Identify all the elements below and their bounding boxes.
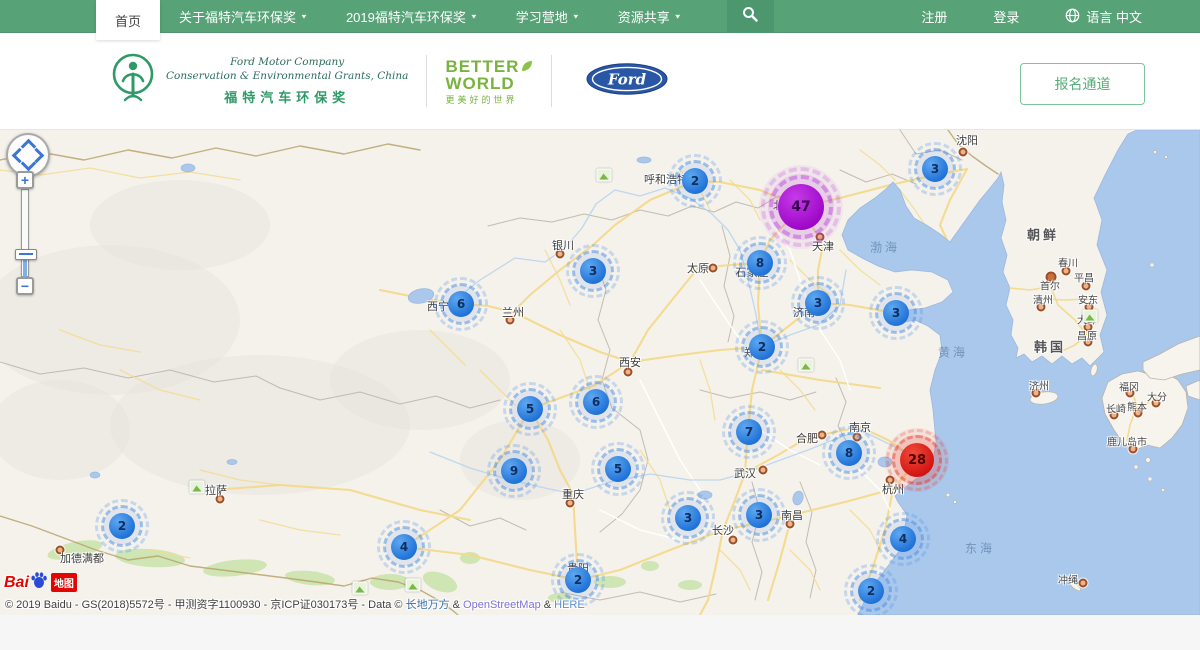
cluster-marker-28[interactable]: 28: [900, 443, 934, 477]
nav-item-3[interactable]: 学习营地▼: [497, 0, 599, 33]
zoom-in-button[interactable]: +: [16, 171, 34, 189]
nav-item-4[interactable]: 资源共享▼: [599, 0, 701, 33]
baidu-paw-icon: [30, 571, 48, 594]
changdi-link[interactable]: 长地万方: [406, 599, 450, 611]
language-switcher[interactable]: 语言 中文: [1065, 7, 1142, 26]
grants-en-line2: Conservation & Environmental Grants, Chi…: [166, 70, 408, 84]
chevron-down-icon: ▼: [300, 13, 308, 20]
globe-icon: [1065, 8, 1086, 26]
cluster-marker-3[interactable]: 3: [675, 505, 701, 531]
baidu-logo-text: Bai: [4, 574, 29, 592]
nav-item-0[interactable]: 首页: [96, 0, 160, 40]
nav-items: 首页关于福特汽车环保奖▼2019福特汽车环保奖▼学习营地▼资源共享▼: [96, 0, 701, 33]
cluster-marker-3[interactable]: 3: [883, 300, 909, 326]
baidu-map[interactable]: 沈阳呼和浩特天津太原银川石家庄济南郑州西安兰州西宁北京上海武汉合肥南京杭州重庆长…: [0, 130, 1200, 615]
better-world-line1: BETTER: [445, 58, 519, 75]
map-attribution: © 2019 Baidu - GS(2018)5572号 - 甲测资字11009…: [5, 596, 585, 612]
chevron-down-icon: ▼: [572, 13, 580, 20]
svg-text:Ford: Ford: [607, 70, 647, 88]
cluster-marker-5[interactable]: 5: [605, 456, 631, 482]
cluster-marker-7[interactable]: 7: [736, 419, 762, 445]
register-link[interactable]: 注册: [921, 7, 947, 26]
baidu-map-badge: 地图: [51, 573, 77, 592]
nav-right: 注册 登录 语言 中文: [875, 0, 1200, 33]
login-link[interactable]: 登录: [993, 7, 1019, 26]
baidu-maps-logo[interactable]: Bai 地图: [4, 571, 77, 594]
divider: [426, 55, 427, 107]
grants-logo: Ford Motor Company Conservation & Enviro…: [110, 52, 408, 111]
zoom-slider-handle[interactable]: [15, 249, 37, 260]
cluster-marker-8[interactable]: 8: [836, 440, 862, 466]
better-world-line2: WORLD: [445, 75, 514, 92]
grants-emblem-icon: [110, 52, 156, 111]
map-markers-layer: 2347383362567828953342224: [0, 130, 1200, 615]
cluster-marker-9[interactable]: 9: [501, 458, 527, 484]
site-header: Ford Motor Company Conservation & Enviro…: [0, 33, 1200, 130]
cluster-marker-2[interactable]: 2: [682, 168, 708, 194]
cluster-marker-4[interactable]: 4: [391, 534, 417, 560]
cluster-marker-47[interactable]: 47: [778, 184, 824, 230]
page-bottom-strip: [0, 615, 1200, 650]
cluster-marker-4[interactable]: 4: [890, 526, 916, 552]
attribution-text: © 2019 Baidu - GS(2018)5572号 - 甲测资字11009…: [5, 599, 406, 611]
chevron-down-icon: ▼: [674, 13, 682, 20]
cluster-marker-2[interactable]: 2: [109, 513, 135, 539]
nav-item-2[interactable]: 2019福特汽车环保奖▼: [327, 0, 497, 33]
better-world-logo: BETTER WORLD 更美好的世界: [445, 58, 533, 105]
search-icon: [742, 6, 758, 27]
cluster-marker-6[interactable]: 6: [583, 389, 609, 415]
grants-en-line1: Ford Motor Company: [166, 56, 408, 70]
cluster-marker-3[interactable]: 3: [805, 290, 831, 316]
search-button[interactable]: [727, 0, 774, 33]
cluster-marker-3[interactable]: 3: [580, 258, 606, 284]
cluster-marker-2[interactable]: 2: [858, 578, 884, 604]
logo-group: Ford Motor Company Conservation & Enviro…: [110, 52, 668, 111]
zoom-slider-fill: [23, 258, 27, 277]
chevron-down-icon: ▼: [470, 13, 478, 20]
cluster-marker-8[interactable]: 8: [747, 250, 773, 276]
signup-button[interactable]: 报名通道: [1020, 63, 1145, 105]
divider: [551, 55, 552, 107]
nav-item-1[interactable]: 关于福特汽车环保奖▼: [160, 0, 327, 33]
cluster-marker-3[interactable]: 3: [922, 156, 948, 182]
cluster-marker-6[interactable]: 6: [448, 291, 474, 317]
here-link[interactable]: HERE: [554, 599, 585, 611]
ford-logo: Ford: [586, 63, 668, 100]
better-world-cn: 更美好的世界: [445, 96, 533, 105]
openstreetmap-link[interactable]: OpenStreetMap: [463, 599, 541, 611]
cluster-marker-2[interactable]: 2: [565, 567, 591, 593]
cluster-marker-5[interactable]: 5: [517, 396, 543, 422]
cluster-marker-2[interactable]: 2: [749, 334, 775, 360]
zoom-out-button[interactable]: −: [16, 277, 34, 295]
grants-cn: 福特汽车环保奖: [166, 87, 408, 106]
leaf-icon: [521, 58, 533, 75]
top-nav: 首页关于福特汽车环保奖▼2019福特汽车环保奖▼学习营地▼资源共享▼ 注册 登录…: [0, 0, 1200, 33]
cluster-marker-3[interactable]: 3: [746, 502, 772, 528]
grants-logo-text: Ford Motor Company Conservation & Enviro…: [166, 56, 408, 106]
